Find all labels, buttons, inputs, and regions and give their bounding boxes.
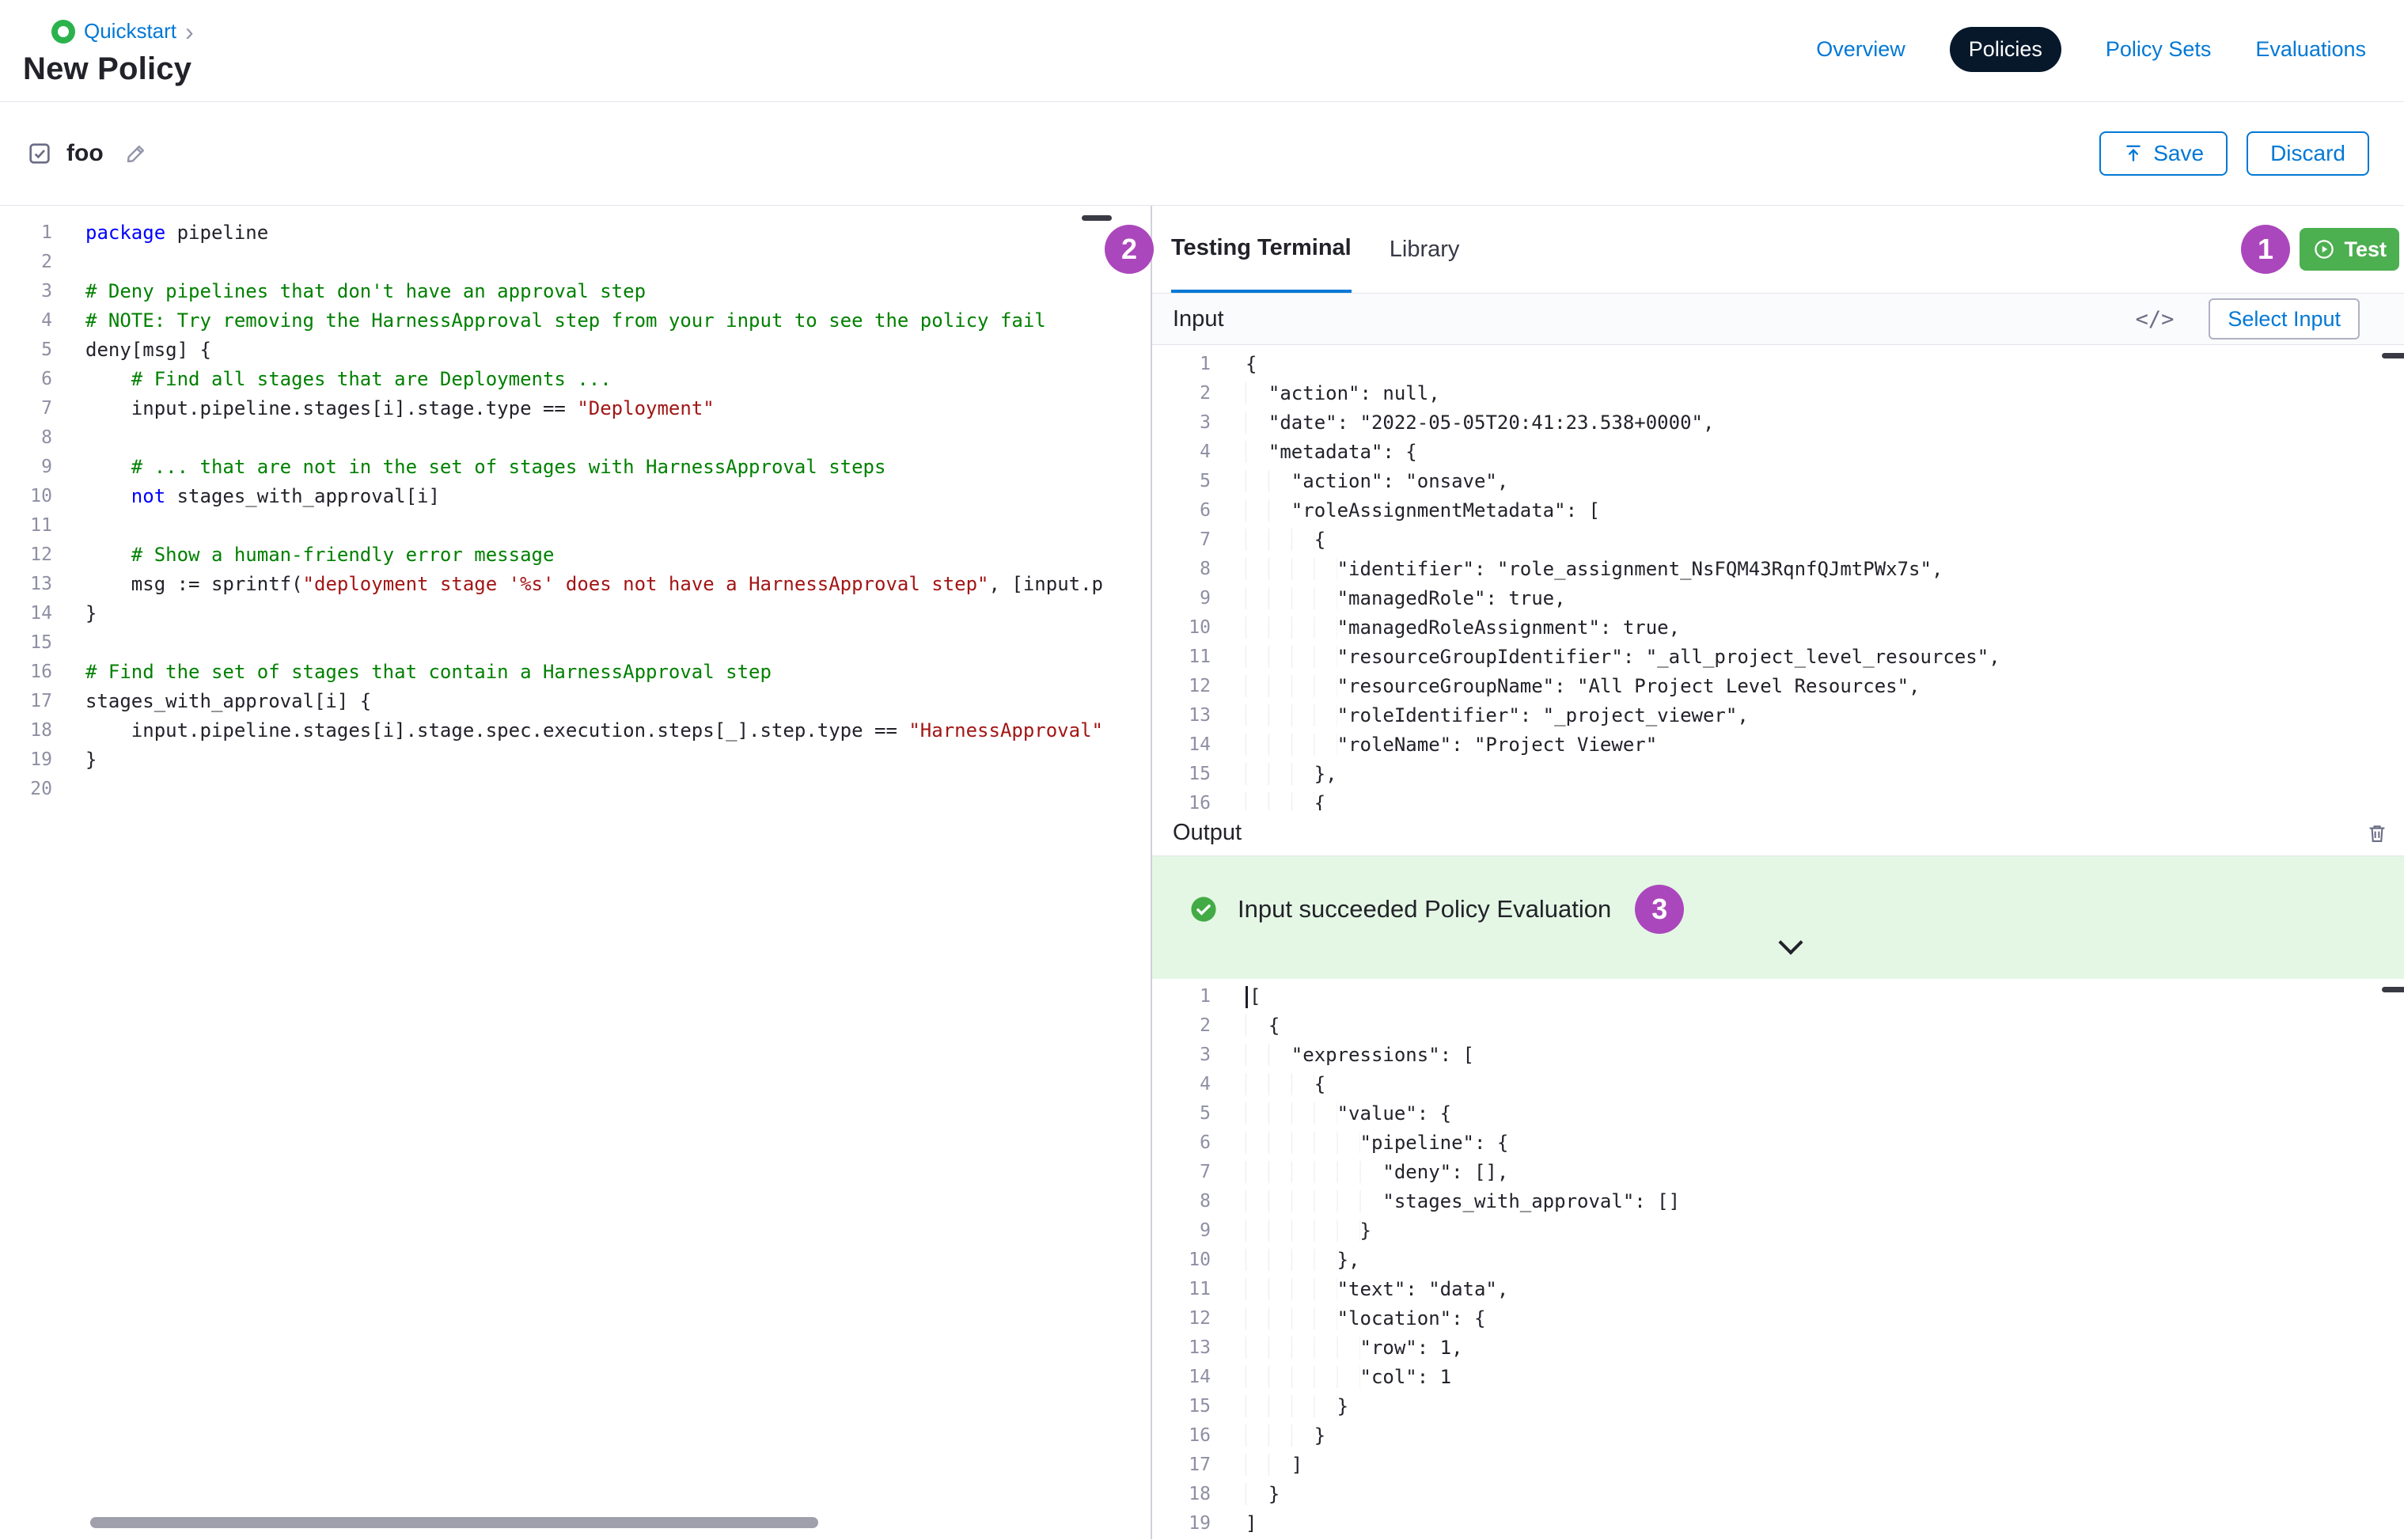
policy-toolbar: foo Save Discard [0,102,2404,206]
chevron-down-icon[interactable] [1778,930,1803,954]
input-title: Input [1173,306,1224,332]
page-header: Quickstart › New Policy Overview Policie… [0,0,2404,102]
input-json-code[interactable]: 1{2 "action": null,3 "date": "2022-05-05… [1152,350,2404,810]
output-title: Output [1173,820,1242,846]
breadcrumb: Quickstart › [51,19,194,44]
output-section-header: Output [1152,810,2404,856]
editor-scrollbar-thumb[interactable] [1082,215,1112,221]
save-button-label: Save [2153,141,2204,166]
harness-logo-icon [51,20,75,44]
toolbar-actions: Save Discard [2099,131,2369,176]
tab-testing-terminal-label: Testing Terminal [1171,235,1352,261]
module-nav: Overview Policies Policy Sets Evaluation… [1816,27,2377,72]
output-scrollbar-thumb[interactable] [2382,987,2404,992]
policy-check-icon [27,141,52,166]
policy-name: foo [66,140,104,167]
success-banner-row: Input succeeded Policy Evaluation 3 [1190,885,2404,934]
discard-button[interactable]: Discard [2247,131,2369,176]
header-left: Quickstart › New Policy [23,0,194,87]
tab-library-label: Library [1390,237,1460,263]
test-button-label: Test [2344,237,2387,262]
banner-text: Input succeeded Policy Evaluation [1238,895,1611,924]
output-json-code[interactable]: 1[2 {3 "expressions": [4 {5 "value": {6 … [1152,982,2404,1538]
content-split: 1package pipeline23# Deny pipelines that… [0,206,2404,1539]
new-policy-page: Quickstart › New Policy Overview Policie… [0,0,2404,1540]
terminal-tabs: Testing Terminal Library 2 1 Test [1152,206,2404,294]
play-icon [2312,237,2336,261]
trash-icon[interactable] [2366,821,2388,845]
discard-button-label: Discard [2270,141,2345,166]
input-header-actions: </> Select Input [2136,298,2360,339]
input-json-editor[interactable]: 1{2 "action": null,3 "date": "2022-05-05… [1152,345,2404,810]
tab-library[interactable]: Library [1390,206,1460,293]
page-title: New Policy [23,51,194,87]
editor-horizontal-scrollbar[interactable] [90,1517,818,1528]
breadcrumb-quickstart-link[interactable]: Quickstart [84,19,176,44]
breadcrumb-chevron-icon: › [185,21,194,42]
nav-overview[interactable]: Overview [1816,37,1905,62]
code-icon[interactable]: </> [2136,307,2175,332]
success-check-icon [1190,896,1217,923]
annotation-2-badge: 2 [1105,225,1154,274]
nav-policy-sets[interactable]: Policy Sets [2106,37,2212,62]
save-upload-icon [2123,143,2144,164]
testing-panel: Testing Terminal Library 2 1 Test Input … [1152,206,2404,1539]
input-section-header: Input </> Select Input [1152,294,2404,345]
rego-code[interactable]: 1package pipeline23# Deny pipelines that… [0,218,1151,804]
nav-policies[interactable]: Policies [1950,27,2061,72]
output-json-viewer[interactable]: 1[2 {3 "expressions": [4 {5 "value": {6 … [1152,979,2404,1539]
save-button[interactable]: Save [2099,131,2228,176]
edit-policy-name-icon[interactable] [124,142,148,165]
select-input-button[interactable]: Select Input [2209,298,2360,339]
input-scrollbar-thumb[interactable] [2382,353,2404,358]
test-button[interactable]: Test [2300,228,2399,271]
annotation-3-badge: 3 [1635,885,1684,934]
select-input-label: Select Input [2228,307,2341,332]
annotation-1-badge: 1 [2241,225,2290,274]
policy-code-editor[interactable]: 1package pipeline23# Deny pipelines that… [0,206,1152,1539]
tab-testing-terminal[interactable]: Testing Terminal [1171,206,1352,293]
nav-evaluations[interactable]: Evaluations [2255,37,2366,62]
success-banner: Input succeeded Policy Evaluation 3 [1152,856,2404,979]
